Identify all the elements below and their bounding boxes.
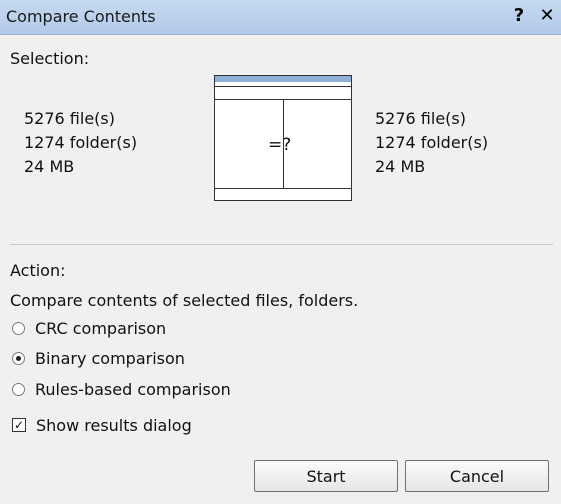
show-results-checkbox[interactable]: ✓ <box>12 418 26 432</box>
check-icon: ✓ <box>13 418 25 432</box>
radio-button[interactable] <box>12 321 25 335</box>
left-size: 24 MB <box>24 157 75 176</box>
radio-button[interactable] <box>12 382 25 396</box>
compare-symbol: =? <box>268 135 292 155</box>
start-button-label: Start <box>306 466 346 486</box>
radio-label: Binary comparison <box>35 348 185 368</box>
radio-button-selected[interactable] <box>12 351 25 365</box>
separator <box>10 244 553 245</box>
right-file-count: 5276 file(s) <box>375 109 466 128</box>
compare-illustration: =? <box>214 75 352 201</box>
left-folder-count: 1274 folder(s) <box>24 133 138 152</box>
show-results-dialog-option[interactable]: ✓ Show results dialog <box>10 414 192 436</box>
help-button[interactable]: ? <box>508 5 530 27</box>
action-description: Compare contents of selected files, fold… <box>10 291 359 310</box>
radio-label: Rules-based comparison <box>35 379 231 399</box>
action-heading: Action: <box>10 261 66 280</box>
cancel-button-label: Cancel <box>449 466 505 486</box>
radio-binary-comparison[interactable]: Binary comparison <box>10 347 185 369</box>
cancel-button[interactable]: Cancel <box>405 460 549 492</box>
illustration-divider <box>215 188 351 189</box>
start-button[interactable]: Start <box>254 460 398 492</box>
illustration-divider <box>215 86 351 87</box>
radio-rules-based-comparison[interactable]: Rules-based comparison <box>10 378 231 400</box>
right-folder-count: 1274 folder(s) <box>375 133 489 152</box>
question-icon: ? <box>513 5 525 26</box>
title-bar: Compare Contents ? ✕ <box>0 0 561 35</box>
selection-heading: Selection: <box>10 49 90 68</box>
show-results-label: Show results dialog <box>36 415 192 435</box>
close-button[interactable]: ✕ <box>536 5 558 27</box>
right-size: 24 MB <box>375 157 426 176</box>
radio-crc-comparison[interactable]: CRC comparison <box>10 317 166 339</box>
close-icon: ✕ <box>539 5 555 26</box>
radio-label: CRC comparison <box>35 318 167 338</box>
illustration-titlebar <box>215 76 351 82</box>
left-file-count: 5276 file(s) <box>24 109 115 128</box>
window-title: Compare Contents <box>6 7 156 26</box>
